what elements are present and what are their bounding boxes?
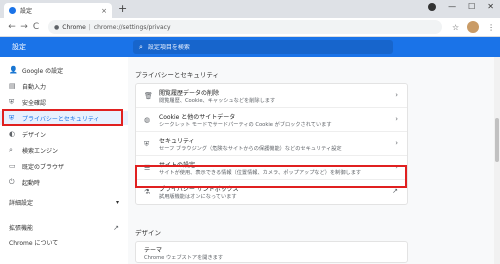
- section-title-privacy: プライバシーとセキュリティ: [135, 71, 219, 79]
- sidebar-extensions[interactable]: 拡張機能 ↗: [9, 223, 119, 233]
- row-title: セキュリティ: [159, 138, 195, 145]
- sidebar-item-search-engine[interactable]: ⌕ 検索エンジン: [0, 143, 128, 157]
- row-title: Cookie と他のサイトデータ: [159, 114, 236, 121]
- browser-menu-icon[interactable]: ⋮: [487, 23, 495, 32]
- settings-header: 設定 ⌕: [0, 37, 500, 57]
- palette-icon: ◐: [9, 130, 16, 138]
- cookie-icon: ◍: [144, 116, 151, 124]
- browser-icon: ▭: [9, 162, 16, 170]
- person-icon: 👤: [9, 66, 18, 74]
- sidebar-item-label: 検索エンジン: [22, 147, 59, 155]
- separator: |: [88, 23, 91, 31]
- external-link-icon: ↗: [392, 187, 398, 195]
- scrollbar-thumb[interactable]: [495, 118, 499, 162]
- tab-title: 設定: [20, 8, 33, 15]
- back-button[interactable]: ←: [6, 22, 18, 32]
- address-bar[interactable]: ● Chrome | chrome://settings/privacy: [48, 20, 442, 34]
- row-theme[interactable]: テーマ Chrome ウェブストアを開きます: [135, 241, 408, 263]
- search-icon: ⌕: [9, 145, 13, 154]
- settings-gear-icon: [9, 7, 16, 14]
- row-title: 閲覧履歴データの削除: [159, 90, 220, 97]
- site-info-icon[interactable]: ●: [54, 24, 59, 31]
- autofill-icon: ▤: [9, 82, 16, 90]
- highlight-box: [2, 109, 123, 126]
- sidebar-about-label: Chrome について: [9, 240, 59, 247]
- settings-search[interactable]: ⌕: [133, 40, 393, 54]
- row-clear-browsing-data[interactable]: 🗑 閲覧履歴データの削除 閲覧履歴、Cookie、キャッシュなどを削除します ›: [136, 84, 407, 108]
- row-subtitle: シークレット モードでサードパーティの Cookie がブロックされています: [159, 122, 332, 128]
- chevron-right-icon: ›: [395, 91, 398, 99]
- sidebar-item-label: 既定のブラウザ: [22, 163, 65, 171]
- sidebar-extensions-label: 拡張機能: [9, 225, 34, 232]
- shield-check-icon: ⛨: [9, 97, 15, 106]
- search-icon: ⌕: [139, 42, 143, 51]
- sidebar-item-label: 安全確認: [22, 99, 47, 107]
- page-title: 設定: [12, 43, 26, 51]
- chevron-right-icon: ›: [395, 115, 398, 123]
- sidebar-item-on-startup[interactable]: ⏻ 起動時: [0, 175, 128, 189]
- sidebar-item-default-browser[interactable]: ▭ 既定のブラウザ: [0, 159, 128, 173]
- chevron-right-icon: ›: [395, 139, 398, 147]
- sidebar-advanced-label: 詳細設定: [9, 200, 34, 207]
- site-name: Chrome: [62, 23, 86, 31]
- tab-close-icon[interactable]: ×: [101, 7, 107, 15]
- settings-search-input[interactable]: [147, 43, 378, 51]
- highlight-box-site-settings: [135, 165, 407, 188]
- sidebar-item-google[interactable]: 👤 Google の設定: [0, 63, 128, 77]
- settings-sidebar: 👤 Google の設定 ▤ 自動入力 ⛨ 安全確認 ⛨ プライバシーとセキュリ…: [0, 57, 128, 264]
- forward-button[interactable]: →: [18, 22, 30, 32]
- sidebar-item-label: 起動時: [22, 179, 41, 187]
- url-text[interactable]: chrome://settings/privacy: [94, 24, 171, 31]
- flask-icon: ⚗: [144, 188, 151, 196]
- chevron-down-icon: ▾: [115, 199, 119, 206]
- sidebar-item-label: 自動入力: [22, 83, 47, 91]
- sidebar-item-label: Google の設定: [22, 67, 64, 75]
- security-icon: ⛨: [144, 140, 150, 148]
- sidebar-about-chrome[interactable]: Chrome について: [9, 238, 58, 247]
- profile-avatar[interactable]: [467, 21, 480, 33]
- tab-strip: 設定 × + — ☐ ✕: [0, 0, 500, 18]
- row-security[interactable]: ⛨ セキュリティ セーフ ブラウジング（危険なサイトからの保護機能）などのセキュ…: [136, 132, 407, 156]
- sidebar-item-autofill[interactable]: ▤ 自動入力: [0, 79, 128, 93]
- close-window-button[interactable]: ✕: [487, 2, 494, 11]
- new-tab-button[interactable]: +: [118, 2, 127, 16]
- row-subtitle: 試用版機能はオンになっています: [159, 194, 237, 200]
- theme-subtitle: Chrome ウェブストアを開きます: [144, 255, 224, 261]
- row-subtitle: 閲覧履歴、Cookie、キャッシュなどを削除します: [159, 98, 276, 104]
- bookmark-star-icon[interactable]: ☆: [452, 23, 459, 32]
- minimize-button[interactable]: —: [448, 2, 456, 11]
- section-title-design: デザイン: [135, 229, 161, 237]
- row-subtitle: セーフ ブラウジング（危険なサイトからの保護機能）などのセキュリティ設定: [159, 146, 342, 152]
- browser-toolbar: ← → C ● Chrome | chrome://settings/priva…: [0, 18, 500, 37]
- power-icon: ⏻: [9, 177, 15, 186]
- reload-button[interactable]: C: [30, 22, 42, 32]
- sidebar-item-appearance[interactable]: ◐ デザイン: [0, 127, 128, 141]
- external-link-icon: ↗: [113, 223, 119, 232]
- window-controls: — ☐ ✕: [428, 2, 494, 11]
- theme-title: テーマ: [144, 247, 163, 254]
- tab-settings[interactable]: 設定 ×: [4, 3, 112, 18]
- trash-icon: 🗑: [144, 92, 153, 100]
- settings-main: プライバシーとセキュリティ 🗑 閲覧履歴データの削除 閲覧履歴、Cookie、キ…: [128, 57, 500, 264]
- row-cookies[interactable]: ◍ Cookie と他のサイトデータ シークレット モードでサードパーティの C…: [136, 108, 407, 132]
- sidebar-item-safety-check[interactable]: ⛨ 安全確認: [0, 95, 128, 109]
- sidebar-advanced[interactable]: 詳細設定 ▾: [9, 198, 119, 207]
- maximize-button[interactable]: ☐: [468, 2, 475, 11]
- record-icon[interactable]: [428, 2, 437, 11]
- sidebar-item-label: デザイン: [22, 131, 47, 139]
